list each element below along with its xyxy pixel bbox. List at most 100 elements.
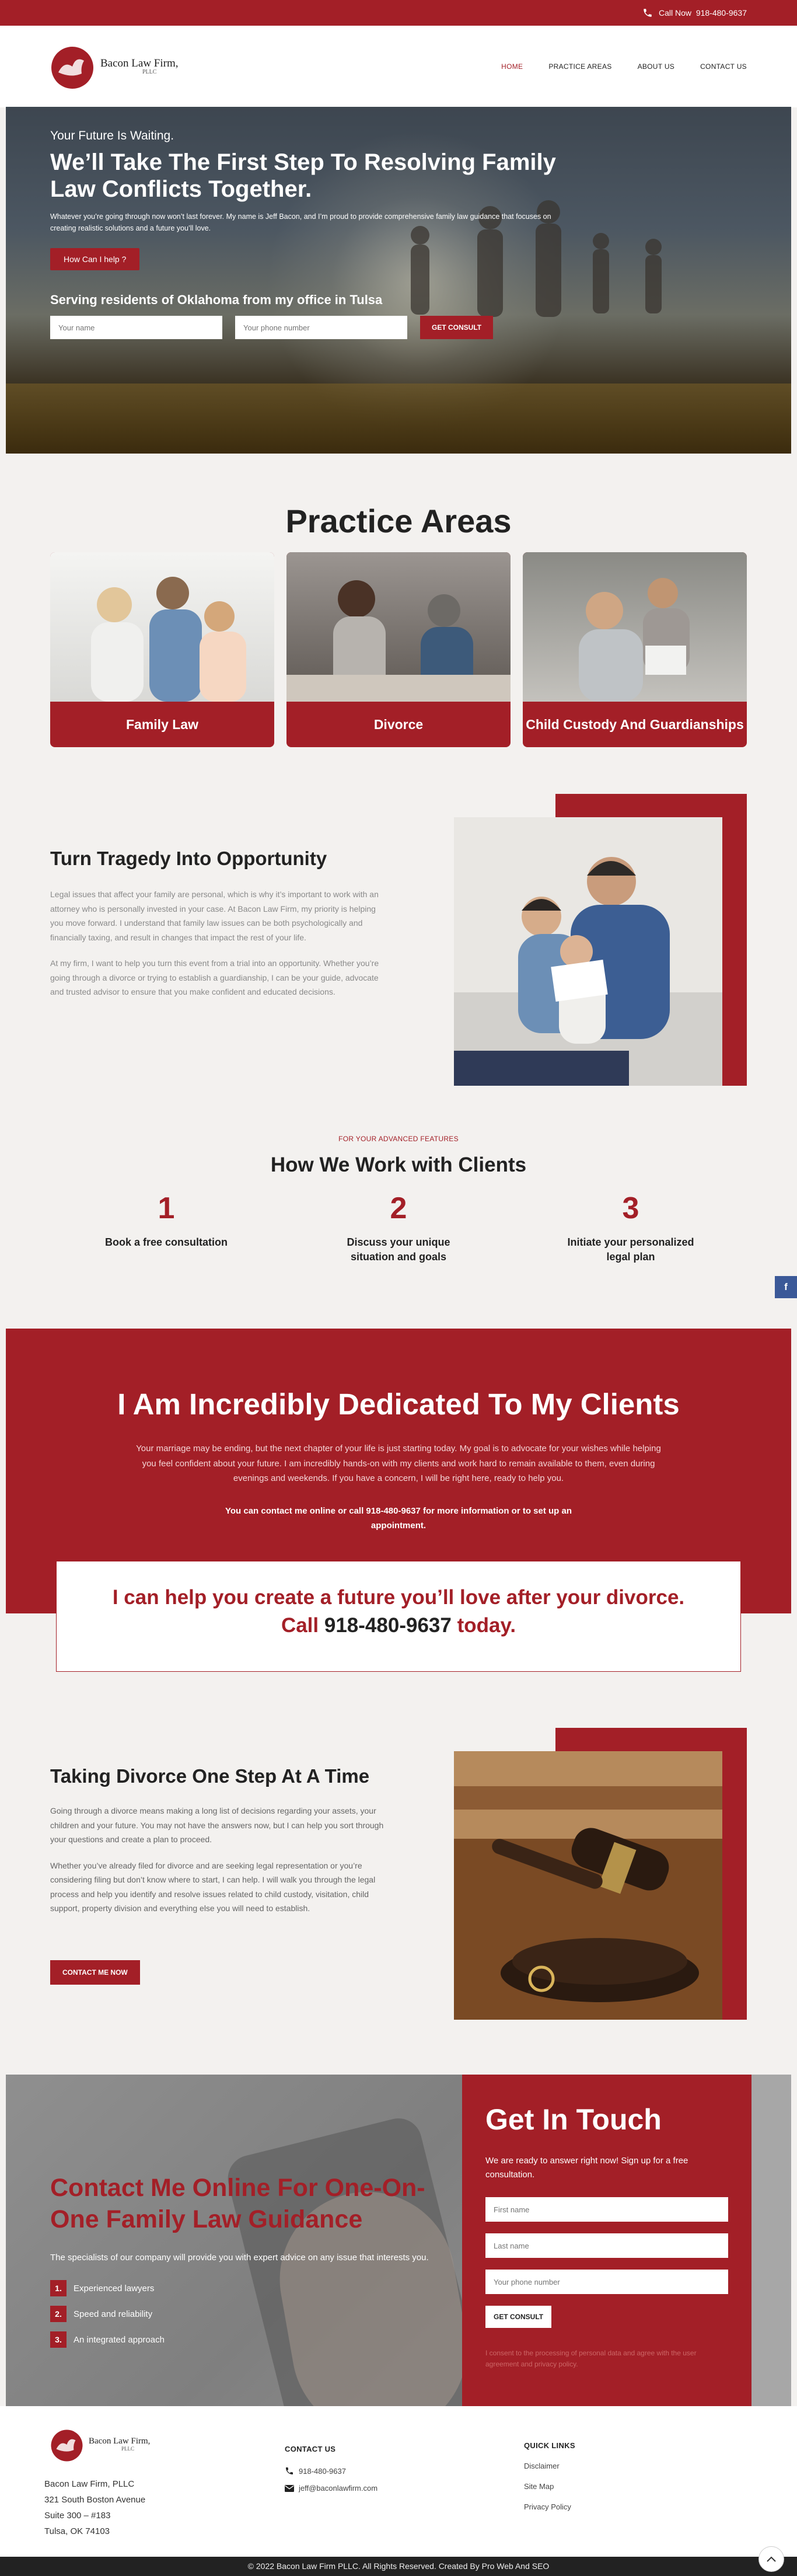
hero-content: Your Future Is Waiting. We’ll Take The F… (50, 129, 575, 339)
hero-field (6, 384, 791, 454)
how-step-label: Initiate your personalized legal plan (567, 1236, 694, 1263)
tragedy-paragraph-1: Legal issues that affect your family are… (50, 890, 379, 942)
site-header: Bacon Law Firm, PLLC HOME PRACTICE AREAS… (0, 26, 797, 107)
family-law-image (50, 552, 274, 702)
footer-link-privacy-policy[interactable]: Privacy Policy (524, 2502, 575, 2511)
how-step: 2 Discuss your unique situation and goal… (282, 1193, 515, 1264)
practice-card-divorce[interactable]: Divorce (286, 552, 511, 747)
chevron-up-icon (767, 2556, 776, 2562)
last-name-input[interactable] (485, 2233, 728, 2258)
divorce-title: Taking Divorce One Step At A Time (50, 1765, 370, 1787)
cta-right-edge (751, 2075, 791, 2406)
hero-get-consult-button[interactable]: GET CONSULT (420, 316, 494, 339)
footer-email-link[interactable]: jeff@baconlawfirm.com (285, 2484, 377, 2493)
hero-phone-input[interactable] (235, 316, 407, 339)
hero-section: Your Future Is Waiting. We’ll Take The F… (6, 107, 791, 454)
logo-mark-icon (51, 47, 93, 89)
footer-link-disclaimer[interactable]: Disclaimer (524, 2462, 575, 2470)
contact-phone-input[interactable] (485, 2270, 728, 2294)
facebook-icon: f (784, 1281, 788, 1292)
hero-subtitle: Serving residents of Oklahoma from my of… (50, 292, 383, 307)
site-footer: Bacon Law Firm, PLLC Bacon Law Firm, PLL… (0, 2406, 797, 2557)
footer-logo[interactable]: Bacon Law Firm, PLLC (50, 2422, 150, 2467)
dedicated-title: I Am Incredibly Dedicated To My Clients (117, 1388, 680, 1421)
divorce-paragraph-2: Whether you’ve already filed for divorce… (50, 1860, 376, 1913)
cta-list: 1. Experienced lawyers 2. Speed and reliab… (50, 2280, 435, 2348)
first-name-input[interactable] (485, 2197, 728, 2222)
facebook-share-button[interactable]: f (775, 1276, 797, 1298)
phone-icon (644, 9, 652, 17)
how-step-label: Discuss your unique situation and goals (347, 1236, 450, 1263)
footer-contact: CONTACT US 918-480-9637 jeff@baconlawfir… (285, 2445, 377, 2493)
gavel-image (454, 1751, 722, 2020)
get-in-touch-form: Get In Touch We are ready to answer righ… (462, 2075, 751, 2406)
how-step-label: Book a free consultation (104, 1236, 228, 1248)
cta-title: Contact Me Online For One-On-One Family … (50, 2174, 425, 2233)
callout-line-2: Call 918-480-9637 today. (281, 1614, 516, 1637)
how-step-number: 3 (622, 1191, 639, 1225)
practice-area-cards: Family Law Divorce Child Custody And Gua… (50, 552, 747, 747)
how-step: 3 Initiate your personalized legal plan (515, 1193, 747, 1264)
how-steps: 1 Book a free consultation 2 Discuss you… (50, 1193, 747, 1264)
father-sons-reading-image (454, 817, 722, 1086)
cta-content: Contact Me Online For One-On-One Family … (50, 2173, 435, 2357)
list-item: 1. Experienced lawyers (50, 2280, 435, 2297)
nav-practice-areas[interactable]: PRACTICE AREAS (548, 62, 611, 71)
nav-contact-us[interactable]: CONTACT US (700, 62, 747, 71)
email-icon (285, 2484, 294, 2492)
copyright-bar: © 2022 Bacon Law Firm PLLC. All Rights R… (0, 2557, 797, 2576)
how-step-number: 2 (390, 1191, 407, 1225)
how-step: 1 Book a free consultation (50, 1193, 282, 1264)
footer-logo-text: Bacon Law Firm, PLLC (89, 2436, 151, 2452)
list-item: 3. An integrated approach (50, 2331, 435, 2348)
nav-about-us[interactable]: ABOUT US (638, 62, 675, 71)
how-title: How We Work with Clients (270, 1153, 527, 1176)
practice-areas-title: Practice Areas (285, 503, 512, 539)
call-phone: 918-480-9637 (695, 8, 747, 18)
logo-text: Bacon Law Firm, PLLC (100, 57, 179, 75)
footer-address: Bacon Law Firm, PLLC 321 South Boston Av… (44, 2479, 146, 2536)
how-can-i-help-button[interactable]: How Can I help ? (50, 248, 140, 270)
footer-logo-mark-icon (51, 2429, 83, 2462)
topbar-call-link[interactable]: Call Now 918-480-9637 (659, 8, 747, 18)
hero-title: We’ll Take The First Step To Resolving F… (50, 149, 556, 202)
footer-contact-heading: CONTACT US (285, 2445, 336, 2453)
callout-phone-link[interactable]: 918-480-9637 (324, 1614, 452, 1637)
hero-consult-form: GET CONSULT (50, 316, 575, 339)
divorce-image (286, 552, 511, 702)
practice-card-family-law[interactable]: Family Law (50, 552, 274, 747)
divorce-text: Going through a divorce means making a l… (50, 1804, 390, 1927)
consent-text: I consent to the processing of personal … (485, 2349, 697, 2369)
footer-links-heading: QUICK LINKS (524, 2441, 575, 2450)
footer-link-site-map[interactable]: Site Map (524, 2482, 575, 2491)
divorce-paragraph-1: Going through a divorce means making a l… (50, 1806, 384, 1844)
practice-card-label: Child Custody And Guardianships (526, 716, 744, 732)
hero-kicker: Your Future Is Waiting. (50, 129, 174, 142)
tragedy-text: Legal issues that affect your family are… (50, 887, 390, 1011)
nav-home[interactable]: HOME (501, 62, 523, 71)
practice-card-label: Family Law (126, 716, 198, 732)
child-custody-image (523, 552, 747, 702)
practice-card-label: Divorce (373, 716, 424, 732)
how-step-number: 1 (158, 1191, 175, 1225)
callout-line-1: I can help you create a future you’ll lo… (112, 1586, 685, 1609)
contact-me-now-button[interactable]: CONTACT ME NOW (50, 1960, 140, 1985)
call-label: Call Now (659, 8, 692, 18)
tragedy-title: Turn Tragedy Into Opportunity (50, 848, 327, 869)
main-nav: HOME PRACTICE AREAS ABOUT US CONTACT US (501, 62, 747, 71)
dedicated-text: Your marriage may be ending, but the nex… (136, 1444, 661, 1483)
cta-text: The specialists of our company will prov… (50, 2252, 429, 2263)
hero-name-input[interactable] (50, 316, 222, 339)
practice-card-child-custody[interactable]: Child Custody And Guardianships (523, 552, 747, 747)
scroll-to-top-button[interactable] (758, 2546, 784, 2572)
dedicated-contact-text: You can contact me online or call 918-48… (225, 1505, 572, 1531)
get-in-touch-text: We are ready to answer right now! Sign u… (485, 2156, 688, 2180)
hero-text: Whatever you’re going through now won’t … (50, 212, 551, 232)
get-in-touch-submit-button[interactable]: GET CONSULT (485, 2306, 552, 2328)
phone-icon (286, 2467, 293, 2474)
how-kicker: FOR YOUR ADVANCED FEATURES (338, 1135, 459, 1143)
logo[interactable]: Bacon Law Firm, PLLC (50, 37, 179, 96)
top-bar: Call Now 918-480-9637 (0, 0, 797, 26)
footer-quick-links: QUICK LINKS Disclaimer Site Map Privacy … (524, 2441, 575, 2511)
footer-phone-link[interactable]: 918-480-9637 (285, 2466, 377, 2476)
